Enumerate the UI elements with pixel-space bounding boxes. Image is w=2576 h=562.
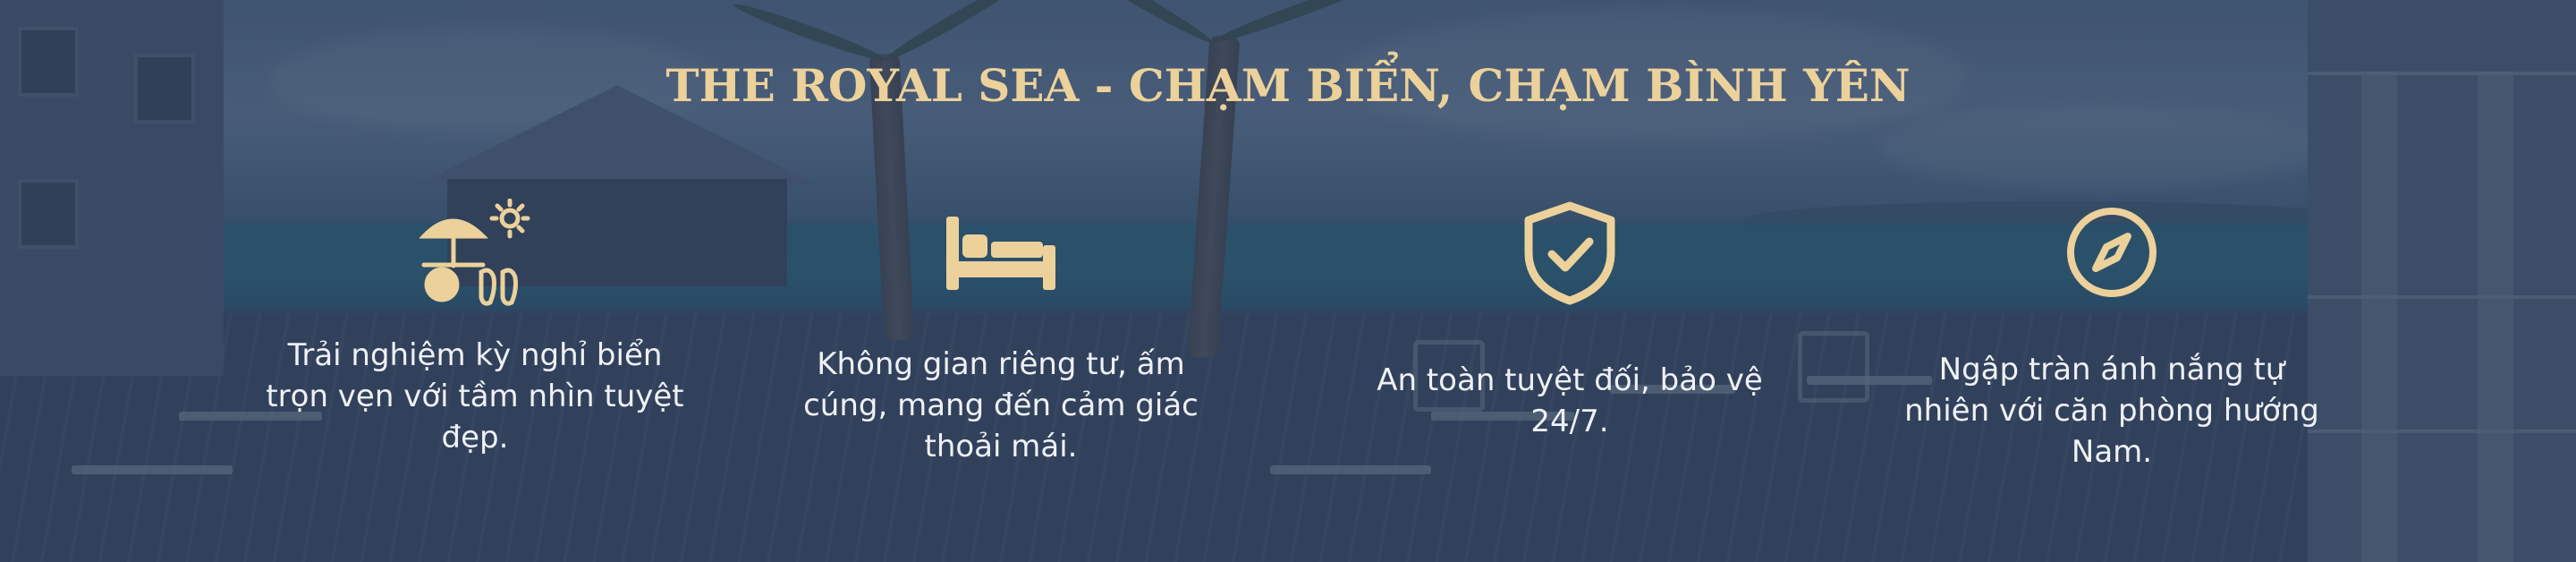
hero-banner: THE ROYAL SEA - CHẠM BIỂN, CHẠM BÌNH YÊN — [0, 0, 2576, 562]
banner-title: THE ROYAL SEA - CHẠM BIỂN, CHẠM BÌNH YÊN — [665, 59, 1911, 112]
beach-umbrella-icon — [417, 198, 533, 306]
feature-text: Trải nghiệm kỳ nghỉ biển trọn vẹn với tầ… — [266, 337, 684, 456]
feature-text: An toàn tuyệt đối, bảo vệ 24/7. — [1377, 362, 1763, 439]
feature-text: Ngập tràn ánh nắng tự nhiên với căn phòn… — [1904, 352, 2319, 470]
compass-icon — [2063, 204, 2160, 301]
bed-icon — [945, 215, 1057, 292]
feature-text: Không gian riêng tư, ấm cúng, mang đến c… — [803, 346, 1199, 464]
shield-check-icon — [1521, 200, 1618, 306]
